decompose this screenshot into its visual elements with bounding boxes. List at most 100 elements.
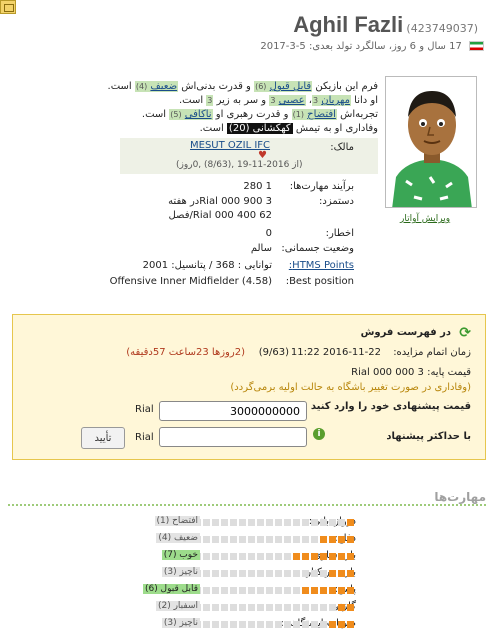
skill-pip (320, 586, 327, 594)
trait-value[interactable]: 3 (206, 95, 214, 106)
stamina-value[interactable]: ضعیف (4) (134, 81, 179, 92)
skill-pip (248, 552, 255, 560)
skill-pip (212, 535, 219, 543)
max-bid-input[interactable] (159, 427, 307, 447)
skill-pip (311, 569, 318, 577)
skill-pip (203, 535, 210, 543)
age-line: 17 سال و 6 روز، سالگرد تولد بعدی: 5-3-20… (260, 41, 484, 52)
skill-pip (329, 586, 336, 594)
skill-pip (302, 603, 309, 611)
leadership-value[interactable]: ناکافی (5) (169, 109, 213, 120)
skill-pip (293, 518, 300, 526)
skill-pip (293, 552, 300, 560)
skill-pip (284, 603, 291, 611)
edit-avatar-link[interactable]: ویرایش آواتار (400, 214, 450, 224)
skill-level-tag[interactable]: ضعیف (4) (156, 533, 200, 543)
skill-pip (221, 603, 228, 611)
player-header: (423749037) Aghil Fazli (293, 12, 478, 38)
form-value[interactable]: قابل قبول (6) (254, 81, 313, 92)
skill-pip (239, 552, 246, 560)
skill-pip (320, 569, 327, 577)
skill-pip (266, 518, 273, 526)
skill-pip (248, 535, 255, 543)
skill-pip (275, 586, 282, 594)
skill-pip (338, 552, 345, 560)
skill-pip (284, 586, 291, 594)
stat-value: 0 (265, 228, 272, 239)
stamina-link[interactable]: ضعیف (150, 81, 177, 92)
skill-pip (212, 603, 219, 611)
skill-pip (257, 518, 264, 526)
submit-button[interactable]: تأیید (81, 427, 125, 449)
stat-value: سالم (250, 243, 272, 254)
folder-icon[interactable] (0, 0, 16, 14)
form-link[interactable]: قابل قبول (270, 81, 312, 92)
leadership-link[interactable]: ناکافی (185, 109, 212, 120)
skill-pip (311, 552, 318, 560)
loyalty-link[interactable]: کهکشانی (253, 123, 291, 134)
skill-pip (221, 620, 228, 628)
skill-pip (329, 535, 336, 543)
skill-pip (248, 586, 255, 594)
skill-pip (230, 552, 237, 560)
skill-level-tag[interactable]: افتضاح (1) (154, 516, 200, 526)
skills-title: مهارت‌ها (434, 490, 486, 504)
skill-pip (212, 569, 219, 577)
skill-pip (338, 586, 345, 594)
skill-pip (302, 569, 309, 577)
skill-pip (329, 518, 336, 526)
trait-value[interactable]: عصبی 3 (269, 95, 306, 106)
skill-level-tag[interactable]: قابل قبول (6) (142, 584, 200, 594)
skill-pip (230, 518, 237, 526)
skill-level-tag[interactable]: ناچیز (3) (161, 618, 200, 628)
skill-level-tag[interactable]: خوب (7) (161, 550, 200, 560)
currency-label: Rial (135, 404, 154, 415)
skill-pip (338, 603, 345, 611)
skill-pip (302, 518, 309, 526)
desc-text: وفاداری او به تیمش (295, 123, 378, 134)
trait-link[interactable]: عصبی (279, 95, 305, 106)
skill-pip (248, 569, 255, 577)
leadership-num: (5) (170, 110, 182, 119)
skill-pip (284, 620, 291, 628)
skill-level-tag[interactable]: اسفبار (2) (155, 601, 200, 611)
skill-pip (239, 569, 246, 577)
skill-pip (311, 603, 318, 611)
skill-pip (293, 569, 300, 577)
skill-level-tag[interactable]: ناچیز (3) (161, 567, 200, 577)
offer-input[interactable] (159, 401, 307, 421)
trait-num: 3 (313, 96, 319, 105)
skill-pip (212, 620, 219, 628)
skill-pip (329, 569, 336, 577)
experience-link[interactable]: افتضاح (307, 109, 336, 120)
skill-pip (239, 535, 246, 543)
divider (8, 504, 486, 506)
skill-pip (203, 603, 210, 611)
player-avatar-image (386, 77, 476, 207)
htms-link[interactable]: HTMS Points: (289, 260, 354, 271)
transfer-list-box: در فهرست فروش ⟳ زمان اتمام مزایده: 2016-… (12, 314, 486, 460)
stat-value: 3 900 000 Rialدر هفته (168, 196, 272, 207)
skill-pip (320, 518, 327, 526)
trait-value[interactable]: مهربان 3 (312, 95, 351, 106)
experience-value[interactable]: افتضاح (1) (291, 109, 337, 120)
trait-link[interactable]: مهربان (321, 95, 350, 106)
stat-value: توانایی : 368 / پتانسیل: 2001 (142, 260, 272, 271)
skill-pip (203, 586, 210, 594)
info-icon[interactable]: i (313, 428, 325, 440)
stat-value: Offensive Inner Midfielder (4.58) (109, 276, 272, 287)
stat-value: 62 400 000 Rial/فصل (168, 210, 272, 221)
skill-pip (284, 569, 291, 577)
loyalty-value[interactable]: کهکشانی (20) (226, 123, 293, 134)
stat-value: 1 280 (243, 181, 272, 192)
skill-pip (257, 586, 264, 594)
skill-pip (275, 535, 282, 543)
stat-label: Best position: (285, 276, 354, 287)
skill-pip (203, 518, 210, 526)
iran-flag-icon (469, 41, 484, 51)
refresh-icon[interactable]: ⟳ (459, 325, 471, 341)
skill-pip (284, 535, 291, 543)
skill-pip (212, 552, 219, 560)
desc-text: است. (107, 81, 132, 92)
skill-pip (266, 603, 273, 611)
